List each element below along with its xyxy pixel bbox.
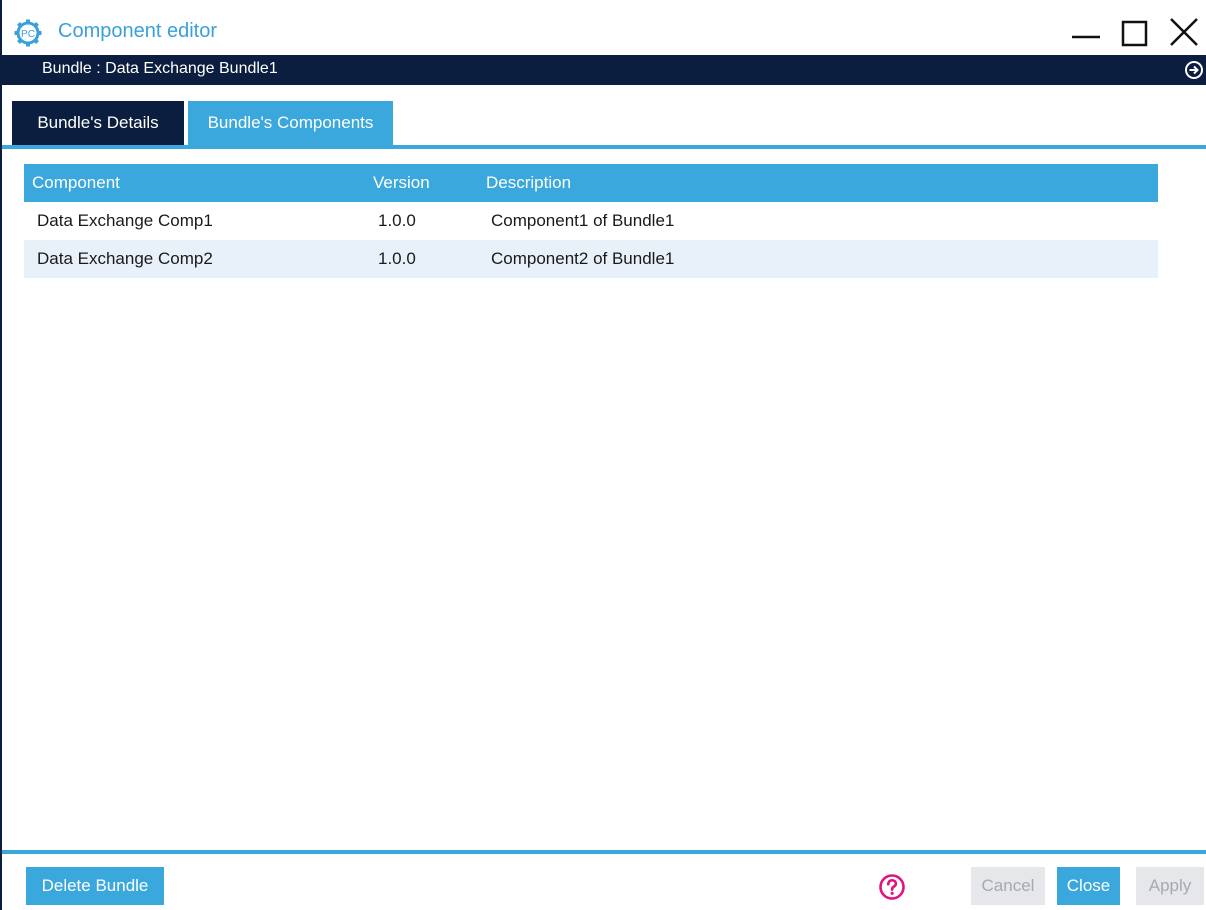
minimize-button[interactable] xyxy=(1064,10,1108,54)
title-bar: PC Component editor xyxy=(2,0,1206,54)
bundle-bar: Bundle : Data Exchange Bundle1 xyxy=(2,55,1206,85)
table-row[interactable]: Data Exchange Comp2 1.0.0 Component2 of … xyxy=(24,240,1158,278)
bundle-label: Bundle : Data Exchange Bundle1 xyxy=(42,60,278,77)
expand-arrow-icon[interactable] xyxy=(1184,60,1204,80)
column-header-version[interactable]: Version xyxy=(373,173,430,193)
footer-divider xyxy=(2,850,1206,854)
table-header: Component Version Description xyxy=(24,164,1158,202)
cell-description: Component1 of Bundle1 xyxy=(491,211,675,230)
cell-version: 1.0.0 xyxy=(378,249,416,268)
delete-bundle-button[interactable]: Delete Bundle xyxy=(26,867,164,905)
column-header-component[interactable]: Component xyxy=(32,173,120,193)
maximize-icon xyxy=(1121,20,1148,47)
apply-button[interactable]: Apply xyxy=(1136,867,1204,905)
window-title: Component editor xyxy=(58,20,217,42)
logo-text: PC xyxy=(21,29,35,40)
tab-underline xyxy=(2,145,1206,149)
tab-bundle-details[interactable]: Bundle's Details xyxy=(12,101,184,145)
column-header-description[interactable]: Description xyxy=(486,173,571,193)
component-editor-window: PC Component editor Bundle : Data Exchan… xyxy=(0,0,1206,910)
help-icon[interactable] xyxy=(878,873,906,901)
table-row[interactable]: Data Exchange Comp1 1.0.0 Component1 of … xyxy=(24,202,1158,240)
cancel-button[interactable]: Cancel xyxy=(971,867,1045,905)
cell-component: Data Exchange Comp2 xyxy=(37,249,213,268)
gear-logo-icon: PC xyxy=(14,19,42,47)
close-window-button[interactable] xyxy=(1162,10,1206,54)
tab-bundle-components[interactable]: Bundle's Components xyxy=(188,101,393,145)
minimize-icon xyxy=(1072,35,1100,39)
cell-component: Data Exchange Comp1 xyxy=(37,211,213,230)
cell-version: 1.0.0 xyxy=(378,211,416,230)
components-table: Component Version Description Data Excha… xyxy=(24,164,1158,278)
maximize-button[interactable] xyxy=(1112,10,1156,54)
close-icon xyxy=(1170,18,1198,46)
close-button[interactable]: Close xyxy=(1057,867,1120,905)
cell-description: Component2 of Bundle1 xyxy=(491,249,675,268)
